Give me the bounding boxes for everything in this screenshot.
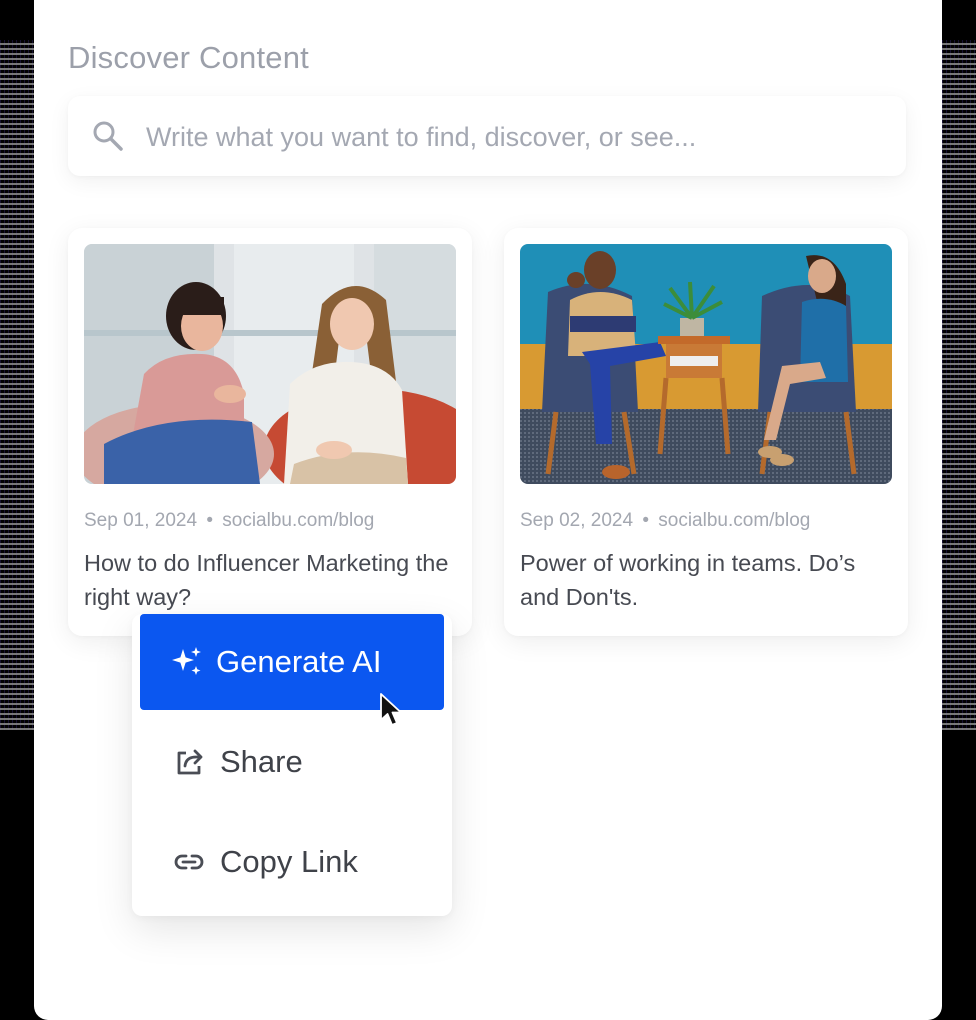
card-date: Sep 02, 2024 bbox=[520, 510, 634, 531]
search-bar[interactable] bbox=[68, 96, 906, 176]
sparkles-icon bbox=[170, 645, 204, 679]
share-button[interactable]: Share bbox=[172, 740, 303, 784]
mouse-pointer-icon bbox=[378, 692, 408, 728]
card-title[interactable]: Power of working in teams. Do’s and Don'… bbox=[520, 546, 892, 614]
generate-ai-label: Generate AI bbox=[216, 644, 382, 679]
card-source[interactable]: socialbu.com/blog bbox=[222, 510, 374, 531]
share-icon bbox=[172, 745, 206, 779]
card-title[interactable]: How to do Influencer Marketing the right… bbox=[84, 546, 456, 614]
page-title: Discover Content bbox=[68, 40, 309, 75]
meta-separator: • bbox=[206, 510, 213, 531]
copy-link-label: Copy Link bbox=[220, 844, 358, 879]
card-context-menu: Generate AI Share Copy Link bbox=[132, 614, 452, 916]
content-card[interactable]: Sep 01, 2024 • socialbu.com/blog How to … bbox=[68, 228, 472, 636]
search-input[interactable] bbox=[144, 114, 888, 160]
card-image bbox=[84, 244, 456, 484]
background-artifact-right bbox=[942, 40, 976, 730]
card-meta: Sep 02, 2024 • socialbu.com/blog bbox=[520, 510, 810, 532]
card-source[interactable]: socialbu.com/blog bbox=[658, 510, 810, 531]
card-image bbox=[520, 244, 892, 484]
card-meta: Sep 01, 2024 • socialbu.com/blog bbox=[84, 510, 374, 532]
link-icon bbox=[172, 845, 206, 879]
search-icon bbox=[90, 118, 126, 154]
meta-separator: • bbox=[642, 510, 649, 531]
copy-link-button[interactable]: Copy Link bbox=[172, 840, 358, 884]
background-artifact-left bbox=[0, 40, 34, 730]
content-card[interactable]: Sep 02, 2024 • socialbu.com/blog Power o… bbox=[504, 228, 908, 636]
share-label: Share bbox=[220, 744, 303, 779]
card-date: Sep 01, 2024 bbox=[84, 510, 198, 531]
